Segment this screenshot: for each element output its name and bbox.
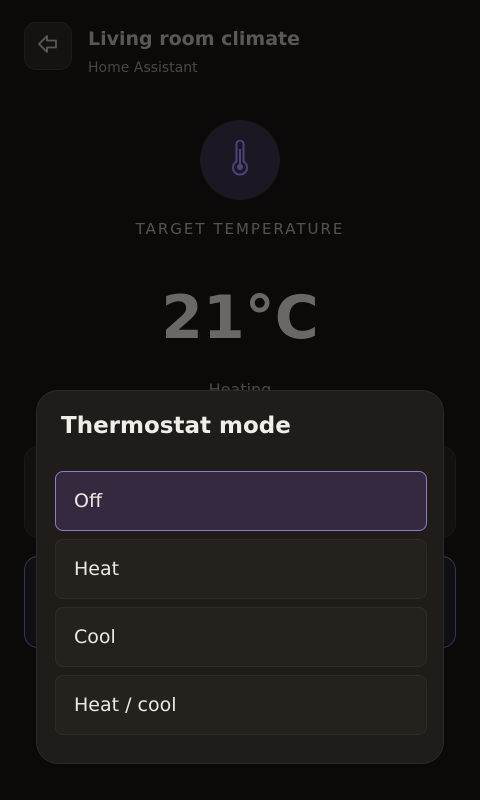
back-button[interactable] — [24, 22, 72, 70]
mode-option-off[interactable]: Off — [55, 471, 427, 531]
thermometer-badge — [200, 120, 280, 200]
thermostat-mode-sheet: Thermostat mode Off Heat Cool Heat / coo… — [36, 390, 444, 764]
mode-option-label: Cool — [74, 626, 116, 648]
mode-option-label: Heat — [74, 558, 120, 580]
sheet-title: Thermostat mode — [61, 413, 291, 439]
mode-option-heat[interactable]: Heat — [55, 539, 427, 599]
target-temperature-label: TARGET TEMPERATURE — [135, 220, 345, 238]
thermometer-icon — [230, 139, 250, 180]
page-subtitle: Home Assistant — [88, 60, 198, 76]
back-arrow-icon — [37, 33, 59, 59]
mode-option-label: Heat / cool — [74, 694, 177, 716]
climate-screen: Living room climate Home Assistant TARGE… — [0, 0, 480, 800]
page-title: Living room climate — [88, 28, 301, 50]
mode-option-cool[interactable]: Cool — [55, 607, 427, 667]
target-temperature-value: 21°C — [161, 283, 319, 353]
mode-option-heat-cool[interactable]: Heat / cool — [55, 675, 427, 735]
mode-option-label: Off — [74, 490, 103, 512]
